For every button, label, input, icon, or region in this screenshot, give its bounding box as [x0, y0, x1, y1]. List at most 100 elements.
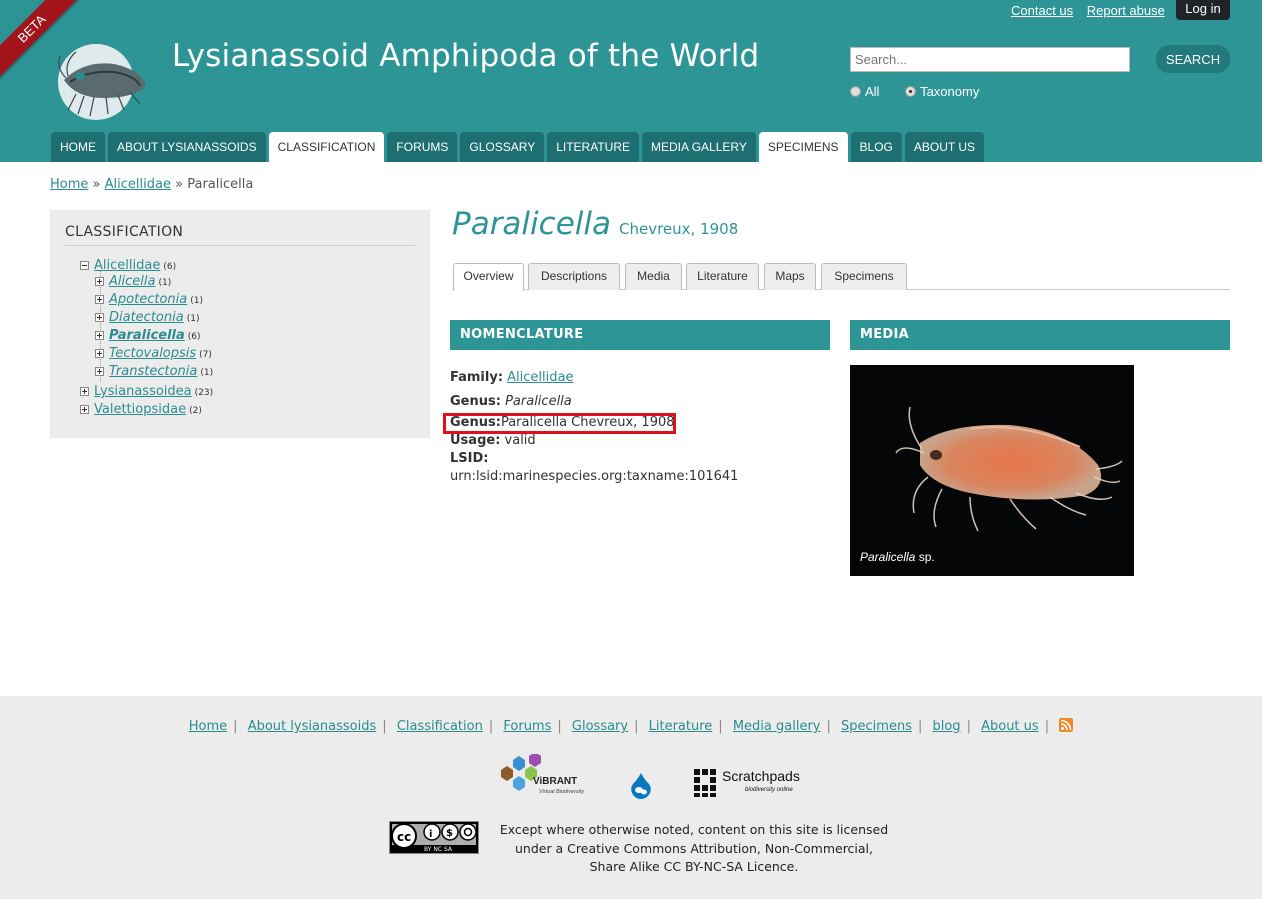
licence-line: under a Creative Commons Attribution, No… — [514, 840, 874, 856]
media-caption: Paralicella sp. — [860, 550, 935, 564]
expand-icon[interactable] — [95, 349, 104, 358]
tree-item[interactable]: Tectovalopsis (7) — [95, 346, 212, 363]
tree-item[interactable]: Transtectonia (1) — [95, 364, 213, 381]
separator: | — [382, 719, 387, 734]
scope-all-option[interactable]: All — [850, 84, 879, 99]
lsid-label: LSID: — [450, 451, 489, 466]
breadcrumb-family[interactable]: Alicellidae — [105, 177, 171, 192]
tree-item-current[interactable]: Paralicella (6) — [95, 328, 201, 345]
nav-classification[interactable]: CLASSIFICATION — [268, 132, 385, 162]
family-link[interactable]: Alicellidae — [507, 370, 573, 385]
usage-label: Usage: — [450, 433, 501, 448]
site-name[interactable]: Lysianassoid Amphipoda of the World — [172, 38, 759, 74]
tree-item-count: (6) — [187, 332, 201, 342]
footer-link-classification[interactable]: Classification — [397, 719, 483, 734]
drupal-logo[interactable] — [630, 772, 652, 800]
footer-link-blog[interactable]: blog — [932, 719, 960, 734]
footer-link-about-us[interactable]: About us — [981, 719, 1039, 734]
nav-blog[interactable]: BLOG — [850, 132, 902, 162]
tree-item[interactable]: Alicellidae (6) — [80, 258, 176, 275]
usage-value: valid — [504, 433, 536, 448]
tree-item-label[interactable]: Diatectonia — [109, 310, 184, 325]
svg-text:$: $ — [446, 828, 453, 839]
family-row: Family: Alicellidae — [450, 370, 574, 385]
tree-item-label[interactable]: Alicellidae — [94, 258, 160, 273]
tree-item-label[interactable]: Tectovalopsis — [109, 346, 196, 361]
nav-glossary[interactable]: GLOSSARY — [460, 132, 545, 162]
expand-icon[interactable] — [80, 387, 89, 396]
tree-item-count: (23) — [194, 388, 214, 398]
scratchpads-logo[interactable]: Scratchpads biodiversity online — [693, 768, 808, 798]
nav-media-gallery[interactable]: MEDIA GALLERY — [642, 132, 756, 162]
nav-about-us[interactable]: ABOUT US — [904, 132, 985, 162]
expand-icon[interactable] — [95, 313, 104, 322]
classification-sidebar: CLASSIFICATION Alicellidae (6) Alicella (1… — [50, 210, 430, 438]
radio-icon[interactable] — [850, 86, 861, 97]
search-input[interactable] — [850, 47, 1130, 72]
svg-text:i: i — [429, 829, 432, 840]
footer-link-specimens[interactable]: Specimens — [841, 719, 912, 734]
tree-item[interactable]: Diatectonia (1) — [95, 310, 199, 327]
tab-specimens[interactable]: Specimens — [821, 263, 907, 290]
genus-authority-row: Genus:Paralicella Chevreux, 1908 — [450, 415, 675, 430]
tree-item-label[interactable]: Valettiopsidae — [94, 402, 186, 417]
vibrant-logo[interactable]: ViBRANT Virtual Biodiversity — [491, 754, 591, 798]
breadcrumb-home[interactable]: Home — [50, 177, 88, 192]
tree-item[interactable]: Valettiopsidae (2) — [80, 402, 202, 419]
search-scope: All Taxonomy — [850, 84, 1001, 99]
vibrant-tagline: Virtual Biodiversity — [539, 789, 585, 795]
tree-item-label[interactable]: Transtectonia — [109, 364, 197, 379]
expand-icon[interactable] — [80, 405, 89, 414]
radio-checked-icon[interactable] — [905, 86, 917, 97]
tree-item-label[interactable]: Apotectonia — [109, 292, 187, 307]
scope-taxonomy-option[interactable]: Taxonomy — [905, 84, 979, 99]
tab-media[interactable]: Media — [625, 263, 682, 290]
site-logo[interactable] — [54, 42, 154, 122]
nav-specimens[interactable]: SPECIMENS — [758, 132, 848, 162]
tree-item-label[interactable]: Lysianassoidea — [94, 384, 192, 399]
nav-home[interactable]: HOME — [51, 132, 105, 162]
rss-icon[interactable] — [1059, 718, 1074, 732]
tab-literature[interactable]: Literature — [686, 263, 759, 290]
lsid-value-row: urn:lsid:marinespecies.org:taxname:10164… — [450, 469, 738, 484]
nav-forums[interactable]: FORUMS — [387, 132, 458, 162]
tree-item[interactable]: Apotectonia (1) — [95, 292, 203, 309]
cc-license-badge[interactable]: cc i $ BY NC SA — [389, 821, 479, 854]
amphipod-photo — [895, 406, 1123, 532]
genus-value: Paralicella — [505, 394, 572, 409]
svg-text:cc: cc — [397, 830, 411, 844]
login-button[interactable]: Log in — [1176, 0, 1230, 20]
expand-icon[interactable] — [95, 277, 104, 286]
licence-text: Except where otherwise noted, content on… — [494, 821, 894, 877]
sidebar-title: CLASSIFICATION — [65, 224, 415, 246]
tree-item-label[interactable]: Paralicella — [109, 328, 185, 343]
footer-link-media-gallery[interactable]: Media gallery — [733, 719, 821, 734]
tree-item-label[interactable]: Alicella — [109, 274, 155, 289]
tab-overview[interactable]: Overview — [453, 263, 524, 291]
footer-nav: Home | About lysianassoids | Classificatio… — [0, 718, 1262, 734]
tab-descriptions[interactable]: Descriptions — [528, 263, 620, 290]
footer-link-about-lysianassoids[interactable]: About lysianassoids — [248, 719, 377, 734]
nav-literature[interactable]: LITERATURE — [547, 132, 640, 162]
specimen-photo[interactable]: Paralicella sp. — [850, 365, 1134, 576]
footer-link-forums[interactable]: Forums — [503, 719, 551, 734]
expand-icon[interactable] — [95, 367, 104, 376]
footer-link-glossary[interactable]: Glossary — [572, 719, 628, 734]
tab-maps[interactable]: Maps — [764, 263, 816, 290]
tree-item[interactable]: Lysianassoidea (23) — [80, 384, 213, 401]
expand-icon[interactable] — [95, 331, 104, 340]
tree-item[interactable]: Alicella (1) — [95, 274, 171, 291]
separator: | — [634, 719, 639, 734]
top-links: Contact us Report abuse — [1011, 3, 1175, 18]
cc-badge-label: BY NC SA — [424, 846, 453, 853]
search-button[interactable]: SEARCH — [1156, 45, 1230, 73]
report-abuse-link[interactable]: Report abuse — [1087, 3, 1165, 18]
nav-about-lysianassoids[interactable]: ABOUT LYSIANASSOIDS — [108, 132, 266, 162]
expand-icon[interactable] — [95, 295, 104, 304]
footer-link-literature[interactable]: Literature — [649, 719, 713, 734]
collapse-icon[interactable] — [80, 261, 89, 270]
separator: | — [718, 719, 723, 734]
contact-us-link[interactable]: Contact us — [1011, 3, 1073, 18]
caption-suffix: sp. — [915, 550, 935, 564]
footer-link-home[interactable]: Home — [189, 719, 227, 734]
